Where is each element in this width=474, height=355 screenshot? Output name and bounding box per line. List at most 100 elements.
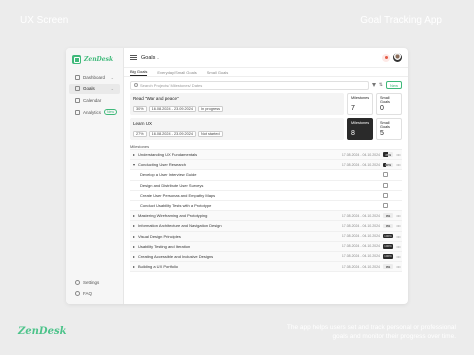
more-icon[interactable]: ••• bbox=[395, 152, 402, 157]
filter-icon[interactable] bbox=[371, 83, 376, 87]
goal-info: Read "War and peace" 30% 16.08.2024 - 23… bbox=[130, 93, 344, 115]
subtask-name: Develop a User Interview Guide bbox=[140, 172, 197, 178]
milestone-row[interactable]: ▸ Mastering Wireframing and Prototyping 17… bbox=[130, 211, 402, 222]
milestone-dates: 17.08.2024 - 04.10.2024 bbox=[341, 264, 380, 269]
more-icon[interactable]: ••• bbox=[395, 244, 402, 249]
milestone-row[interactable]: ▸ Information Architecture and Navigation… bbox=[130, 221, 402, 232]
more-icon[interactable]: ••• bbox=[395, 234, 402, 239]
menu-icon[interactable] bbox=[130, 55, 137, 60]
page-title[interactable]: Goals ⌄ bbox=[141, 55, 160, 61]
subtask-name: Create User Personas and Empathy Maps bbox=[140, 192, 216, 198]
more-icon[interactable]: ••• bbox=[395, 213, 402, 218]
milestone-row[interactable]: ▸ Creating Accessible and Inclusive Desig… bbox=[130, 251, 402, 263]
small-goals-count[interactable]: Small Goals 0 bbox=[376, 93, 402, 115]
caption: The app helps users set and track person… bbox=[286, 324, 456, 340]
goal-info: Learn UX 27% 16.08.2024 - 23.09.2024 Not… bbox=[130, 118, 344, 140]
goal-name: Learn UX bbox=[133, 121, 153, 126]
sidebar-item-dashboard[interactable]: Dashboard ⌄ bbox=[69, 72, 120, 82]
expand-icon[interactable]: ▸ bbox=[130, 213, 138, 218]
expand-icon[interactable]: ▾ bbox=[130, 162, 138, 167]
brand-logo: ZenDesk bbox=[18, 326, 67, 337]
more-icon[interactable]: ••• bbox=[395, 223, 402, 228]
subtask-row[interactable]: Design and Distribute User Surveys bbox=[130, 181, 402, 191]
tab-big-goals[interactable]: Big Goals bbox=[130, 69, 148, 76]
page-title-text: Goals bbox=[141, 54, 156, 61]
search-input[interactable]: Search Projects/ Milestones/ Dates bbox=[130, 80, 369, 90]
milestone-dates: 17.08.2024 - 04.10.2024 bbox=[341, 162, 380, 167]
avatar[interactable] bbox=[393, 53, 402, 62]
subtask-checkbox[interactable] bbox=[383, 182, 388, 188]
subtask-checkbox[interactable] bbox=[383, 192, 388, 198]
sidebar-item-label: FAQ bbox=[83, 291, 93, 296]
sidebar-item-settings[interactable]: Settings bbox=[69, 277, 120, 287]
expand-icon[interactable]: ▸ bbox=[130, 152, 138, 157]
goal-card[interactable]: Learn UX 27% 16.08.2024 - 23.09.2024 Not… bbox=[130, 118, 402, 140]
search-placeholder: Search Projects/ Milestones/ Dates bbox=[140, 82, 203, 88]
expand-icon[interactable]: ▸ bbox=[130, 244, 138, 249]
milestone-name: Information Architecture and Navigation … bbox=[138, 223, 222, 229]
sidebar-item-label: Goals bbox=[83, 86, 95, 91]
chevron-down-icon: ⌄ bbox=[110, 74, 114, 80]
goal-name: Read "War and peace" bbox=[133, 96, 179, 101]
goal-dates: 16.08.2024 - 23.09.2024 bbox=[148, 106, 196, 112]
milestone-row[interactable]: ▸ Building a UX Portfolio 17.08.2024 - 04.… bbox=[130, 262, 402, 273]
milestone-name: Conducting User Research bbox=[138, 162, 187, 168]
stat-value: 8 bbox=[351, 130, 355, 137]
subtask-checkbox[interactable] bbox=[383, 203, 388, 209]
small-goals-count[interactable]: Small Goals 5 bbox=[376, 118, 402, 140]
logo[interactable]: ZenDesk bbox=[66, 48, 123, 72]
subtask-name: Design and Distribute User Surveys bbox=[140, 182, 204, 188]
tab-bar: Big Goals Everyday/Small Goals Small Goa… bbox=[124, 68, 408, 77]
search-icon bbox=[134, 83, 138, 87]
topbar: Goals ⌄ bbox=[124, 48, 408, 68]
subtask-checkbox[interactable] bbox=[383, 172, 388, 178]
gear-icon bbox=[75, 279, 80, 285]
milestone-dates: 17.08.2024 - 04.10.2024 bbox=[341, 244, 380, 249]
tab-small-goals[interactable]: Small Goals bbox=[207, 70, 229, 77]
sidebar-item-analytics[interactable]: Analytics New bbox=[69, 107, 120, 118]
subtask-row[interactable]: Create User Personas and Empathy Maps bbox=[130, 191, 402, 201]
expand-icon[interactable]: ▸ bbox=[130, 254, 138, 259]
goal-card[interactable]: Read "War and peace" 30% 16.08.2024 - 23… bbox=[130, 93, 402, 115]
new-button[interactable]: New bbox=[385, 81, 402, 89]
milestone-row[interactable]: ▸ Understanding UX Fundamentals 17.08.2024… bbox=[130, 150, 402, 161]
progress-bar: 100% bbox=[383, 254, 393, 259]
milestones-count[interactable]: Milestones 8 bbox=[347, 118, 373, 140]
milestones-header: Milestones bbox=[130, 143, 402, 150]
milestone-row[interactable]: ▸ Visual Design Principles 17.08.2024 - 04… bbox=[130, 231, 402, 242]
sidebar-item-faq[interactable]: FAQ bbox=[69, 289, 120, 299]
more-icon[interactable]: ••• bbox=[395, 264, 402, 269]
stat-label: Milestones bbox=[351, 121, 370, 125]
chart-icon bbox=[75, 109, 80, 115]
subtask-row[interactable]: Conduct Usability Tests with a Prototype bbox=[130, 201, 402, 212]
subtask-name: Conduct Usability Tests with a Prototype bbox=[140, 203, 212, 209]
sort-icon[interactable]: ⇅ bbox=[379, 82, 383, 88]
milestone-row[interactable]: ▸ Usability Testing and Iteration 17.08.20… bbox=[130, 241, 402, 252]
milestone-dates: 17.08.2024 - 04.10.2024 bbox=[341, 234, 380, 239]
expand-icon[interactable]: ▸ bbox=[130, 234, 138, 239]
tab-everyday-goals[interactable]: Everyday/Small Goals bbox=[157, 70, 196, 77]
new-badge: New bbox=[104, 109, 118, 115]
progress-label: 0% bbox=[385, 223, 391, 228]
milestone-row[interactable]: ▾ Conducting User Research 17.08.2024 - 04… bbox=[130, 160, 402, 171]
stat-value: 0 bbox=[380, 105, 384, 112]
notification-icon[interactable] bbox=[382, 53, 390, 62]
goal-status: Not started bbox=[198, 131, 223, 137]
goal-progress: 27% bbox=[133, 131, 147, 137]
more-icon[interactable]: ••• bbox=[395, 254, 402, 259]
expand-icon[interactable]: ▸ bbox=[130, 264, 138, 269]
milestone-name: Visual Design Principles bbox=[138, 233, 181, 239]
stat-label: Small Goals bbox=[380, 96, 390, 104]
more-icon[interactable]: ••• bbox=[395, 162, 402, 167]
progress-label: 45% bbox=[384, 152, 391, 157]
sidebar-item-label: Analytics bbox=[83, 109, 102, 115]
calendar-icon bbox=[75, 97, 80, 103]
help-icon bbox=[75, 291, 80, 296]
expand-icon[interactable]: ▸ bbox=[130, 223, 138, 228]
sidebar-item-goals[interactable]: Goals ⌄ bbox=[69, 83, 120, 94]
stat-value: 7 bbox=[351, 105, 355, 112]
goal-status: In progress bbox=[198, 106, 223, 112]
sidebar-item-calendar[interactable]: Calendar bbox=[69, 95, 120, 105]
subtask-row[interactable]: Develop a User Interview Guide bbox=[130, 170, 402, 181]
milestones-count[interactable]: Milestones 7 bbox=[347, 93, 373, 115]
